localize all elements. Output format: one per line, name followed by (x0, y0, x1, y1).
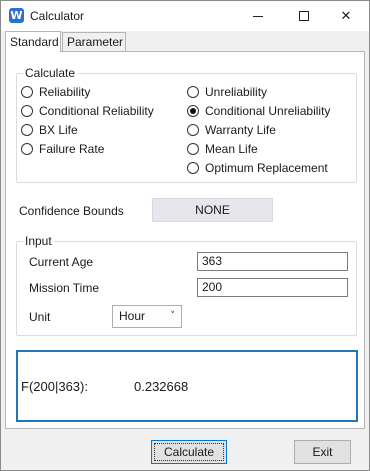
radio-conditional-unreliability[interactable]: Conditional Unreliability (187, 104, 330, 118)
radio-label: Warranty Life (205, 123, 276, 137)
title-bar: W Calculator ✕ (1, 1, 369, 31)
app-icon: W (9, 8, 24, 23)
calculate-group-label: Calculate (23, 66, 78, 80)
result-label: F(200|363): (21, 379, 88, 394)
radio-label: Conditional Unreliability (205, 104, 331, 118)
maximize-button[interactable] (281, 1, 327, 31)
radio-circle (187, 143, 199, 155)
radio-label: Optimum Replacement (205, 161, 328, 175)
unit-dropdown[interactable]: Hour ˅ (112, 305, 182, 328)
close-button[interactable]: ✕ (323, 1, 369, 31)
calculator-window: W Calculator ✕ Standard Parameter Calcul… (0, 0, 370, 471)
radio-label: Failure Rate (39, 142, 105, 156)
result-value: 0.232668 (134, 379, 189, 394)
radio-optimum-replacement[interactable]: Optimum Replacement (187, 161, 328, 175)
confidence-bounds-button[interactable]: NONE (152, 198, 273, 222)
radio-label: Mean Life (205, 142, 258, 156)
radio-circle (187, 86, 199, 98)
unit-value: Hour (119, 309, 146, 323)
minimize-icon (253, 15, 263, 17)
radio-circle (187, 162, 199, 174)
radio-warranty-life[interactable]: Warranty Life (187, 123, 276, 137)
radio-reliability[interactable]: Reliability (21, 85, 90, 99)
radio-circle (21, 86, 33, 98)
unit-label: Unit (29, 310, 51, 324)
current-age-field[interactable]: 363 (197, 252, 348, 271)
radio-label: BX Life (39, 123, 78, 137)
close-icon: ✕ (340, 8, 352, 24)
radio-mean-life[interactable]: Mean Life (187, 142, 258, 156)
calculate-button[interactable]: Calculate (151, 440, 227, 464)
window-title: Calculator (30, 9, 85, 23)
confidence-bounds-label: Confidence Bounds (19, 204, 124, 218)
radio-failure-rate[interactable]: Failure Rate (21, 142, 104, 156)
radio-circle (21, 124, 33, 136)
radio-unreliability[interactable]: Unreliability (187, 85, 267, 99)
result-panel: F(200|363): 0.232668 (16, 350, 358, 422)
chevron-down-icon: ˅ (170, 311, 176, 321)
radio-circle (187, 124, 199, 136)
standard-tab-page: Calculate Reliability Conditional Reliab… (5, 51, 365, 429)
radio-bx-life[interactable]: BX Life (21, 123, 78, 137)
radio-circle (21, 105, 33, 117)
exit-button[interactable]: Exit (294, 440, 351, 464)
maximize-icon (299, 11, 309, 21)
current-age-label: Current Age (29, 255, 94, 269)
radio-label: Reliability (39, 85, 91, 99)
radio-circle-checked (187, 105, 199, 117)
tab-parameter[interactable]: Parameter (62, 32, 126, 52)
radio-circle (21, 143, 33, 155)
tab-standard[interactable]: Standard (5, 31, 61, 52)
input-group-label: Input (23, 234, 54, 248)
radio-label: Unreliability (205, 85, 268, 99)
radio-conditional-reliability[interactable]: Conditional Reliability (21, 104, 154, 118)
radio-label: Conditional Reliability (39, 104, 154, 118)
minimize-button[interactable] (235, 1, 281, 31)
mission-time-field[interactable]: 200 (197, 278, 348, 297)
mission-time-label: Mission Time (29, 281, 100, 295)
